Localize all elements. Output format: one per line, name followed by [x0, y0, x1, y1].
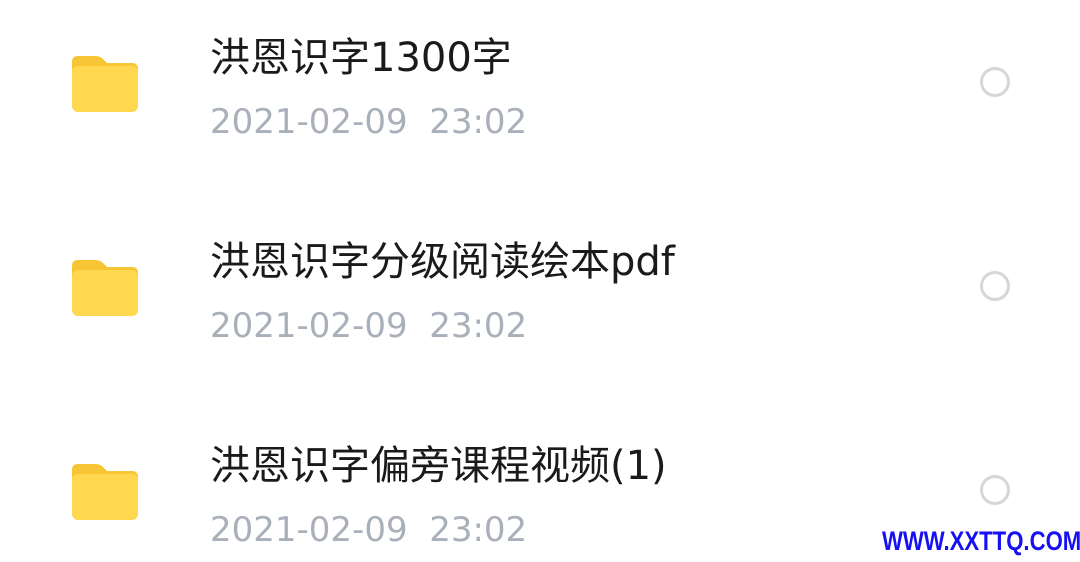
file-name: 洪恩识字偏旁课程视频(1) — [210, 443, 667, 489]
folder-icon — [72, 260, 138, 316]
file-list-item[interactable]: 洪恩识字分级阅读绘本pdf 2021-02-09 23:02 — [0, 204, 1080, 384]
select-radio[interactable] — [980, 67, 1010, 97]
file-name: 洪恩识字1300字 — [210, 35, 512, 81]
select-radio[interactable] — [980, 475, 1010, 505]
file-name: 洪恩识字分级阅读绘本pdf — [210, 239, 675, 285]
file-list-item[interactable]: 洪恩识字1300字 2021-02-09 23:02 — [0, 0, 1080, 180]
file-date: 2021-02-09 23:02 — [210, 510, 528, 550]
file-list: 洪恩识字1300字 2021-02-09 23:02 洪恩识字分级阅读绘本pdf… — [0, 0, 1080, 562]
file-date: 2021-02-09 23:02 — [210, 102, 528, 142]
folder-icon — [72, 464, 138, 520]
watermark-text: WWW.XXTTQ.COM — [882, 526, 1080, 556]
folder-icon — [72, 56, 138, 112]
file-date: 2021-02-09 23:02 — [210, 306, 528, 346]
select-radio[interactable] — [980, 271, 1010, 301]
